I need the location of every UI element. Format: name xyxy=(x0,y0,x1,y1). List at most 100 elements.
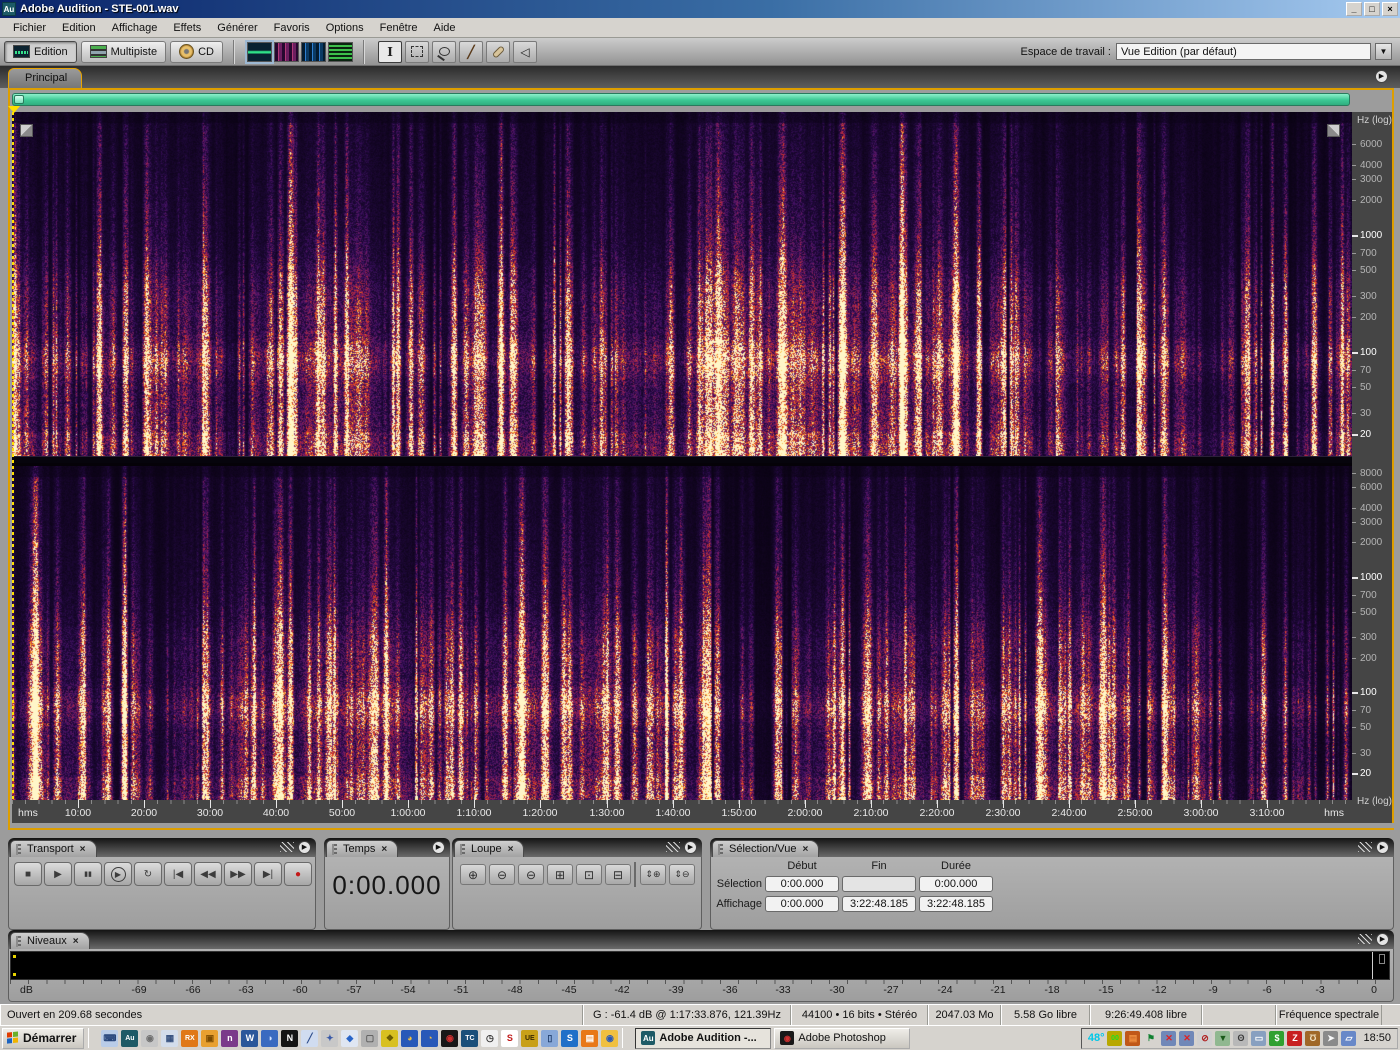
selection-panel-menu-button[interactable]: ▶ xyxy=(1376,841,1389,854)
office-folder-icon[interactable]: ▣ xyxy=(201,1029,219,1047)
folder-tray-icon[interactable]: ▱ xyxy=(1341,1030,1357,1046)
zoom-in-vertical-button[interactable]: ⇕⊕ xyxy=(640,864,666,885)
spectral-frequency-view-button[interactable] xyxy=(274,41,299,62)
affichage-duree-field[interactable]: 3:22:48.185 xyxy=(919,896,993,912)
go-to-end-button[interactable]: ▶| xyxy=(254,862,282,886)
zoom-selection-right-button[interactable]: ⊟ xyxy=(605,864,631,885)
updates-tray-icon[interactable]: ▼ xyxy=(1215,1030,1231,1046)
top-left-corner-grip[interactable] xyxy=(20,124,33,137)
temps-close-icon[interactable]: × xyxy=(381,844,387,855)
lightning-tray-icon[interactable]: Z xyxy=(1287,1030,1303,1046)
temps-panel-menu-button[interactable]: ▶ xyxy=(432,841,445,854)
lasso-selection-tool-button[interactable] xyxy=(432,40,456,63)
calculator-app-icon[interactable]: ▦ xyxy=(161,1029,179,1047)
gray-app-icon[interactable]: ▢ xyxy=(361,1029,379,1047)
minimize-button[interactable]: _ xyxy=(1346,2,1362,16)
multipiste-mode-button[interactable]: Multipiste xyxy=(80,40,167,63)
selection-fin-field[interactable] xyxy=(842,876,916,892)
marquee-selection-tool-button[interactable] xyxy=(405,40,429,63)
spectrogram-left-channel[interactable] xyxy=(12,112,1352,456)
zoom-to-selection-button[interactable]: ⊡ xyxy=(576,864,602,885)
transport-panel-menu-button[interactable]: ▶ xyxy=(298,841,311,854)
blue-diamond-icon[interactable]: ◆ xyxy=(341,1029,359,1047)
selection-vue-tab[interactable]: Sélection/Vue × xyxy=(712,840,820,857)
spectrogram-right-channel[interactable] xyxy=(12,466,1352,800)
planet-browser-icon[interactable]: ◑ xyxy=(261,1029,279,1047)
menu-effets[interactable]: Effets xyxy=(166,20,208,36)
edition-mode-button[interactable]: Edition xyxy=(4,40,77,63)
menu-générer[interactable]: Générer xyxy=(210,20,264,36)
spot-healing-tool-button[interactable] xyxy=(486,40,510,63)
media-player-icon[interactable]: ◉ xyxy=(601,1029,619,1047)
scrub-tool-button[interactable]: ◁ xyxy=(513,40,537,63)
cursor-tray-icon[interactable]: ➤ xyxy=(1323,1030,1339,1046)
pdf-icon[interactable]: ▤ xyxy=(581,1029,599,1047)
play-button[interactable]: ▶ xyxy=(44,862,72,886)
network-disabled-tray-icon[interactable]: ✕ xyxy=(1161,1030,1177,1046)
menu-aide[interactable]: Aide xyxy=(427,20,463,36)
playhead-top-marker[interactable] xyxy=(8,106,20,113)
navbar-left-handle[interactable] xyxy=(14,95,24,104)
selection-debut-field[interactable]: 0:00.000 xyxy=(765,876,839,892)
go-to-start-button[interactable]: |◀ xyxy=(164,862,192,886)
s-swish-icon[interactable]: S xyxy=(561,1029,579,1047)
rewind-button[interactable]: ◀◀ xyxy=(194,862,222,886)
cd-mode-button[interactable]: CD xyxy=(170,40,223,63)
menu-options[interactable]: Options xyxy=(319,20,371,36)
menu-affichage[interactable]: Affichage xyxy=(105,20,165,36)
waveform-view-button[interactable] xyxy=(245,39,274,64)
clip-indicator[interactable] xyxy=(1379,954,1385,964)
start-button[interactable]: Démarrer xyxy=(2,1027,85,1049)
menu-edition[interactable]: Edition xyxy=(55,20,103,36)
sbp-icon[interactable]: S xyxy=(501,1029,519,1047)
selection-duree-field[interactable]: 0:00.000 xyxy=(919,876,993,892)
transport-tab[interactable]: Transport × xyxy=(10,840,97,857)
audition-quicklaunch-icon[interactable]: Au xyxy=(121,1029,139,1047)
loop-play-button[interactable]: ↻ xyxy=(134,862,162,886)
word-icon[interactable]: W xyxy=(241,1029,259,1047)
zoom-selection-left-button[interactable]: ⊞ xyxy=(547,864,573,885)
taskbar-window-photoshop[interactable]: ◉ Adobe Photoshop xyxy=(774,1027,911,1049)
magic-wand-icon[interactable]: ╱ xyxy=(301,1029,319,1047)
zoom-out-full-button[interactable]: ⊖ xyxy=(518,864,544,885)
mouse-tray-icon[interactable]: ʘ xyxy=(1233,1030,1249,1046)
money-tray-icon[interactable]: $ xyxy=(1269,1030,1285,1046)
globe-gold2-icon[interactable]: ◔ xyxy=(421,1029,439,1047)
playhead-line[interactable] xyxy=(12,112,14,800)
stacked-bars-tray-icon[interactable]: ▤ xyxy=(1125,1030,1141,1046)
ue-coin-icon[interactable]: UE xyxy=(521,1029,539,1047)
zoom-out-horizontal-button[interactable]: ⊖ xyxy=(489,864,515,885)
record-button[interactable]: ● xyxy=(284,862,312,886)
photoshop-eye-icon[interactable]: ◉ xyxy=(441,1029,459,1047)
display-tray-icon[interactable]: ▭ xyxy=(1251,1030,1267,1046)
sphere-app-icon[interactable]: ◉ xyxy=(141,1029,159,1047)
channel-divider[interactable] xyxy=(12,456,1352,463)
star-burst-icon[interactable]: ✦ xyxy=(321,1029,339,1047)
affichage-debut-field[interactable]: 0:00.000 xyxy=(765,896,839,912)
pause-button[interactable]: ▮▮ xyxy=(74,862,102,886)
rx-app-icon[interactable]: RX xyxy=(181,1029,199,1047)
globe-gold-icon[interactable]: ◕ xyxy=(401,1029,419,1047)
stop-button[interactable]: ■ xyxy=(14,862,42,886)
jug-tray-icon[interactable]: Ʊ xyxy=(1305,1030,1321,1046)
zoom-in-horizontal-button[interactable]: ⊕ xyxy=(460,864,486,885)
spectral-pan-view-button[interactable] xyxy=(301,41,326,62)
media-keyboard-icon[interactable]: ⌨ xyxy=(101,1029,119,1047)
loupe-panel-menu-button[interactable]: ▶ xyxy=(684,841,697,854)
fast-forward-button[interactable]: ▶▶ xyxy=(224,862,252,886)
blue-device-icon[interactable]: ▯ xyxy=(541,1029,559,1047)
menu-fichier[interactable]: Fichier xyxy=(6,20,53,36)
zoom-out-vertical-button[interactable]: ⇕⊖ xyxy=(669,864,695,885)
close-button[interactable]: × xyxy=(1382,2,1398,16)
blocked-tray-icon[interactable]: ⊘ xyxy=(1197,1030,1213,1046)
workspace-dropdown[interactable]: Vue Edition (par défaut) xyxy=(1116,43,1371,60)
time-ruler[interactable]: hms 10:00 20:00 30:00 40:00 50:00 1:00:00 1:10:… xyxy=(12,800,1352,823)
tc-circle-icon[interactable]: TC xyxy=(461,1029,479,1047)
niveaux-close-icon[interactable]: × xyxy=(73,936,79,947)
yellow-tool-icon[interactable]: ❖ xyxy=(381,1029,399,1047)
restore-button[interactable]: □ xyxy=(1364,2,1380,16)
spectral-phase-view-button[interactable] xyxy=(328,41,353,62)
green-flag-tray-icon[interactable]: ⚑ xyxy=(1143,1030,1159,1046)
clock-app-icon[interactable]: ◷ xyxy=(481,1029,499,1047)
level-meter-tray-icon[interactable]: 00 xyxy=(1107,1030,1123,1046)
